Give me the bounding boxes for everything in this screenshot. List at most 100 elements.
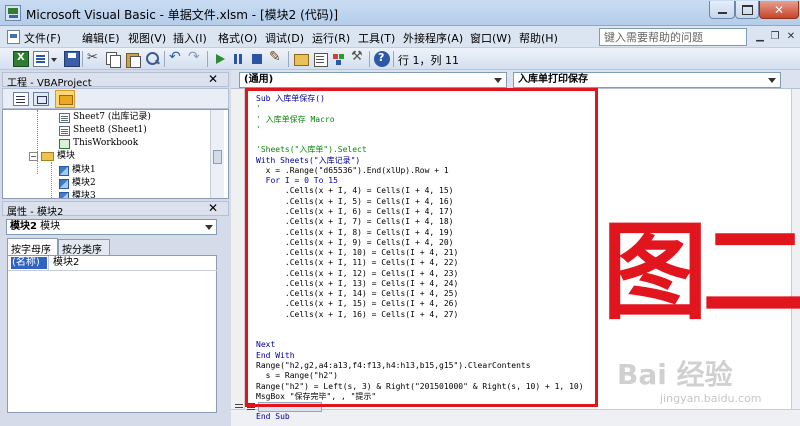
project-panel-title: 工程 - VBAProject — [2, 72, 229, 89]
worksheet-icon — [59, 112, 70, 123]
menu-item-edit[interactable]: 编辑(E) — [82, 30, 120, 46]
tab-alphabetic[interactable]: 按字母序 — [7, 238, 58, 256]
child-close-button[interactable]: ✕ — [784, 30, 798, 44]
child-minimize-button[interactable]: ▁ — [753, 30, 767, 44]
object-browser-icon[interactable] — [331, 51, 347, 67]
grid-column-divider — [48, 256, 49, 270]
view-excel-icon[interactable] — [13, 51, 29, 67]
design-mode-icon[interactable] — [268, 49, 284, 67]
child-restore-button[interactable]: ❐ — [768, 30, 782, 44]
toolbox-icon[interactable] — [350, 49, 366, 67]
tree-item-module2[interactable]: 模块2 — [59, 177, 96, 190]
grid-row-line — [8, 270, 217, 271]
menu-item-window[interactable]: 窗口(W) — [470, 30, 511, 46]
close-window-button[interactable] — [759, 1, 799, 19]
help-search-input[interactable] — [599, 28, 747, 46]
close-project-panel-button[interactable]: ✕ — [206, 72, 220, 86]
cut-icon[interactable] — [86, 50, 102, 67]
copy-icon[interactable] — [105, 51, 121, 68]
menu-item-file[interactable]: 文件(F) — [24, 30, 61, 46]
save-icon[interactable] — [64, 51, 80, 67]
code-line: .Cells(x + I, 8) = Cells(I + 4, 19) — [256, 227, 454, 237]
menu-item-insert[interactable]: 插入(I) — [173, 30, 207, 46]
chevron-down-icon[interactable] — [492, 74, 504, 86]
tree-item-module1[interactable]: 模块1 — [59, 164, 96, 177]
tree-item-sheet8[interactable]: Sheet8 (Sheet1) — [59, 124, 147, 137]
menu-item-addins[interactable]: 外接程序(A) — [403, 30, 463, 46]
document-icon[interactable] — [7, 30, 20, 44]
help-icon[interactable] — [374, 51, 390, 67]
code-line: Sub 入库单保存() — [256, 94, 325, 103]
run-icon[interactable] — [212, 51, 228, 67]
chevron-down-icon[interactable] — [50, 51, 58, 67]
menu-item-run[interactable]: 运行(R) — [312, 30, 350, 46]
tab-categorized[interactable]: 按分类序 — [58, 239, 110, 256]
menu-item-help[interactable]: 帮助(H) — [519, 30, 558, 46]
code-margin — [231, 89, 245, 409]
code-line: End Sub — [256, 412, 290, 422]
properties-panel-title: 属性 - 模块2 — [2, 201, 229, 218]
chevron-down-icon[interactable] — [766, 74, 778, 86]
toolbar-divider — [164, 51, 165, 67]
watermark-logo: Bai 经验 — [617, 358, 733, 391]
code-line: Range("h2,g2,a4:a13,f4:f13,h4:h13,b15,g1… — [256, 361, 531, 371]
toolbar-divider — [288, 51, 289, 67]
object-selector-name: 模块2 — [10, 221, 37, 232]
full-module-view-button[interactable] — [246, 402, 256, 412]
tree-item-label: Sheet7 (出库记录) — [73, 112, 151, 122]
find-icon[interactable] — [145, 51, 161, 67]
minimize-button[interactable] — [709, 1, 735, 19]
procedure-dropdown[interactable]: 入库单打印保存 — [513, 72, 781, 88]
code-line: s = Range("h2") — [256, 371, 338, 381]
procedure-view-button[interactable] — [234, 402, 244, 412]
undo-icon[interactable] — [168, 49, 184, 67]
maximize-button[interactable] — [735, 1, 759, 19]
property-value-cell[interactable]: 模块2 — [53, 257, 79, 269]
tree-connector — [51, 162, 52, 198]
redo-icon[interactable] — [187, 49, 203, 67]
menu-item-tools[interactable]: 工具(T) — [358, 30, 395, 46]
project-explorer-icon[interactable] — [293, 51, 309, 67]
tree-item-modules-folder[interactable]: − 模块 — [29, 150, 75, 163]
tree-item-label: Sheet8 (Sheet1) — [73, 125, 147, 135]
menu-item-debug[interactable]: 调试(D) — [265, 30, 304, 46]
code-line: .Cells(x + I, 12) = Cells(I + 4, 23) — [256, 268, 459, 278]
code-line: Range("h2") = Left(s, 3) & Right("201501… — [256, 381, 584, 391]
code-line: .Cells(x + I, 13) = Cells(I + 4, 24) — [256, 278, 459, 288]
cursor-position: 行 1，列 11 — [398, 54, 459, 67]
view-object-button[interactable] — [33, 92, 49, 106]
toolbar-divider — [82, 51, 83, 67]
tree-item-thisworkbook[interactable]: ThisWorkbook — [59, 137, 138, 150]
module-icon — [59, 191, 69, 198]
object-dropdown[interactable]: (通用) — [239, 72, 507, 88]
close-properties-panel-button[interactable]: ✕ — [206, 201, 220, 215]
insert-module-icon[interactable] — [33, 51, 49, 67]
properties-window-icon[interactable] — [312, 51, 328, 67]
tree-item-label: ThisWorkbook — [73, 138, 139, 148]
watermark-url: jingyan.baidu.com — [660, 392, 762, 405]
tree-item-label: 模块2 — [72, 178, 96, 188]
menu-item-view[interactable]: 视图(V) — [128, 30, 166, 46]
paste-icon[interactable] — [125, 51, 141, 68]
tree-item-module3[interactable]: 模块3 — [59, 190, 96, 198]
toggle-folders-button[interactable] — [55, 90, 75, 108]
tree-scroll-thumb[interactable] — [213, 150, 222, 164]
workbook-icon — [59, 138, 70, 149]
view-code-button[interactable] — [13, 92, 29, 106]
object-selector[interactable]: 模块2 模块 — [6, 219, 217, 235]
project-tree[interactable]: Sheet7 (出库记录) Sheet8 (Sheet1) ThisWorkbo… — [2, 109, 229, 199]
code-line: .Cells(x + I, 4) = Cells(I + 4, 15) — [256, 186, 454, 196]
property-name-cell[interactable]: (名称) — [11, 257, 47, 269]
tree-item-sheet7[interactable]: Sheet7 (出库记录) — [59, 111, 151, 124]
break-icon[interactable] — [230, 51, 246, 67]
horizontal-scroll-thumb[interactable] — [258, 402, 322, 412]
tree-scrollbar[interactable] — [210, 110, 224, 198]
collapse-icon[interactable]: − — [29, 152, 38, 161]
toolbar-divider — [369, 51, 370, 67]
menu-item-format[interactable]: 格式(O) — [218, 30, 257, 46]
tree-item-label: 模块 — [57, 151, 76, 161]
code-line: For I = 0 To 15 — [256, 176, 338, 186]
chevron-down-icon[interactable] — [203, 221, 215, 233]
reset-icon[interactable] — [249, 51, 265, 67]
code-line: .Cells(x + I, 9) = Cells(I + 4, 20) — [256, 237, 454, 247]
